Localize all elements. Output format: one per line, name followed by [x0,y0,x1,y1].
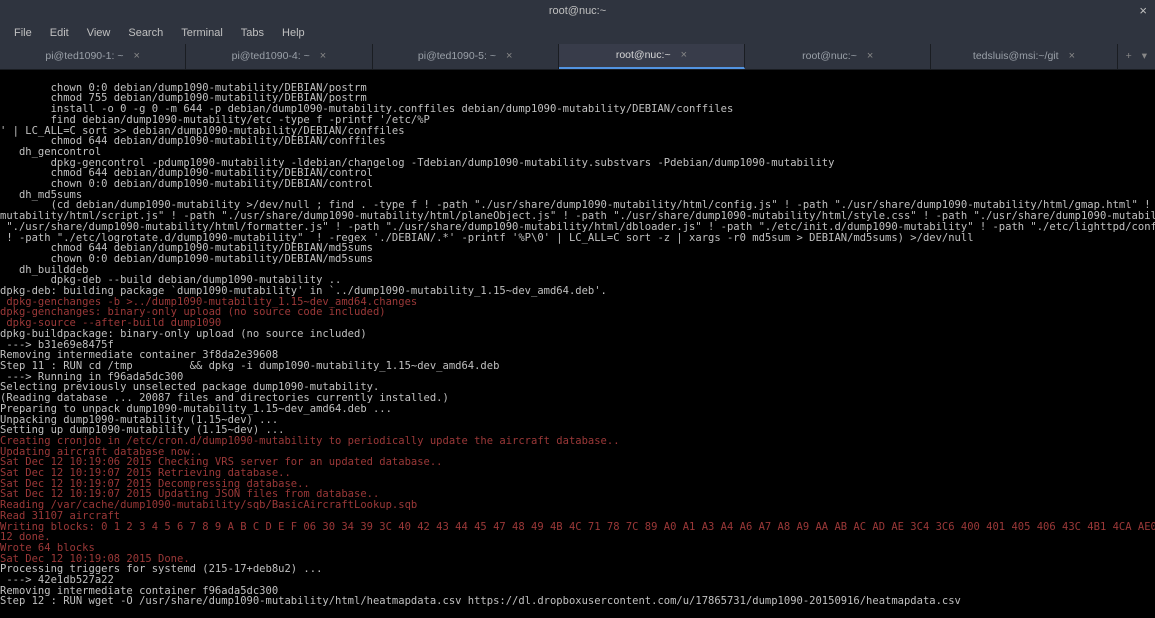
terminal-line: dpkg-buildpackage: binary-only upload (n… [0,329,1155,340]
terminal-line: 12 done. [0,532,1155,543]
tab-0[interactable]: pi@ted1090-1: ~ × [0,44,186,69]
terminal-line: Preparing to unpack dump1090-mutability_… [0,404,1155,415]
window-titlebar: root@nuc:~ × [0,0,1155,22]
tab-close-icon[interactable]: × [681,48,687,62]
terminal-line: chmod 644 debian/dump1090-mutability/DEB… [0,136,1155,147]
tab-close-icon[interactable]: × [133,49,139,63]
terminal-line: Step 12 : RUN wget -O /usr/share/dump109… [0,596,1155,607]
tab-label: pi@ted1090-5: ~ [418,50,496,64]
tab-4[interactable]: root@nuc:~ × [745,44,931,69]
tab-label: tedsluis@msi:~/git [973,50,1059,64]
window-title: root@nuc:~ [549,4,606,18]
tab-label: pi@ted1090-1: ~ [45,50,123,64]
terminal-line: Read 31107 aircraft [0,511,1155,522]
terminal-line: Reading /var/cache/dump1090-mutability/s… [0,500,1155,511]
tab-bar: pi@ted1090-1: ~×pi@ted1090-4: ~×pi@ted10… [0,44,1155,70]
tab-dropdown-icon[interactable]: ▾ [1142,50,1147,64]
tab-3[interactable]: root@nuc:~ × [559,44,745,69]
terminal-line: chown 0:0 debian/dump1090-mutability/DEB… [0,254,1155,265]
tab-close-icon[interactable]: × [867,49,873,63]
tab-close-icon[interactable]: × [1069,49,1075,63]
tab-label: root@nuc:~ [802,50,857,64]
terminal-line: "./usr/share/dump1090-mutability/html/fo… [0,222,1155,233]
terminal-line: Creating cronjob in /etc/cron.d/dump1090… [0,436,1155,447]
tab-5[interactable]: tedsluis@msi:~/git × [931,44,1117,69]
tab-label: pi@ted1090-4: ~ [232,50,310,64]
terminal-line: find debian/dump1090-mutability/etc -typ… [0,115,1155,126]
terminal-line: Processing triggers for systemd (215-17+… [0,564,1155,575]
tab-controls: +▾ [1118,44,1155,69]
menu-search[interactable]: Search [120,23,171,43]
new-tab-icon[interactable]: + [1126,50,1132,64]
terminal-line: chown 0:0 debian/dump1090-mutability/DEB… [0,179,1155,190]
tab-1[interactable]: pi@ted1090-4: ~ × [186,44,372,69]
menu-view[interactable]: View [79,23,119,43]
tab-close-icon[interactable]: × [506,49,512,63]
menu-edit[interactable]: Edit [42,23,77,43]
tab-label: root@nuc:~ [616,49,671,63]
menu-file[interactable]: File [6,23,40,43]
menu-help[interactable]: Help [274,23,313,43]
terminal-line: Writing blocks: 0 1 2 3 4 5 6 7 8 9 A B … [0,522,1155,533]
tab-2[interactable]: pi@ted1090-5: ~ × [373,44,559,69]
close-icon[interactable]: × [1139,3,1147,20]
tab-close-icon[interactable]: × [320,49,326,63]
terminal-output[interactable]: chown 0:0 debian/dump1090-mutability/DEB… [0,70,1155,618]
menu-terminal[interactable]: Terminal [173,23,231,43]
menu-tabs[interactable]: Tabs [233,23,272,43]
menubar: File Edit View Search Terminal Tabs Help [0,22,1155,44]
